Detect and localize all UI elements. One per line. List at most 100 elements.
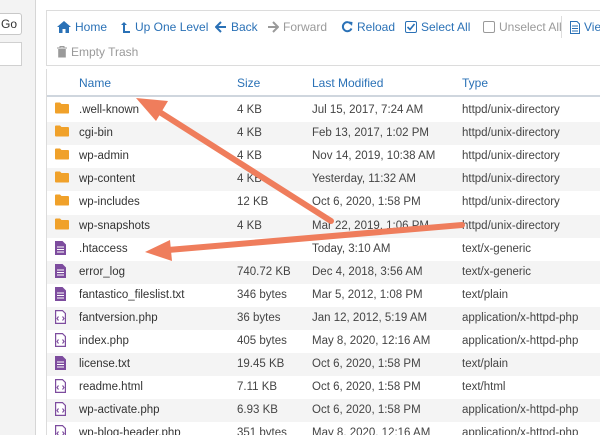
unselect-all-button[interactable]: Unselect All <box>483 17 562 37</box>
text-file-icon <box>55 356 66 373</box>
file-view-icon <box>570 20 580 34</box>
file-type: text/x-generic <box>462 242 532 255</box>
file-name[interactable]: wp-blog-header.php <box>79 427 181 435</box>
table-row[interactable]: wp-blog-header.php 351 bytes May 8, 2020, … <box>47 422 600 435</box>
file-size: 4 KB <box>237 104 262 116</box>
file-size: 346 bytes <box>237 288 287 301</box>
back-button[interactable]: Back <box>215 17 258 37</box>
file-size: 7.11 KB <box>237 381 278 394</box>
folder-icon <box>55 148 69 163</box>
file-name[interactable]: fantversion.php <box>79 312 158 324</box>
html-file-icon <box>55 379 66 396</box>
php-file-icon <box>55 402 66 419</box>
table-row[interactable]: wp-activate.php 6.93 KB Oct 6, 2020, 1:58 … <box>47 399 600 423</box>
select-all-label: Select All <box>421 20 471 34</box>
up-one-level-button[interactable]: Up One Level <box>121 17 208 37</box>
file-last-modified: Oct 6, 2020, 1:58 PM <box>312 381 421 394</box>
forward-label: Forward <box>283 20 328 34</box>
file-last-modified: May 8, 2020, 12:16 AM <box>312 335 431 347</box>
column-header-last-modified[interactable]: Last Modified <box>312 76 383 90</box>
file-type: httpd/unix-directory <box>462 150 560 163</box>
file-last-modified: Dec 4, 2018, 3:56 AM <box>312 265 423 278</box>
file-last-modified: Today, 3:10 AM <box>312 242 391 255</box>
file-type: text/plain <box>462 288 509 301</box>
table-row[interactable]: fantversion.php 36 bytes Jan 12, 2012, 5:1… <box>47 306 600 330</box>
file-name[interactable]: index.php <box>79 335 129 347</box>
file-size: 351 bytes <box>237 427 287 435</box>
table-row[interactable]: wp-admin 4 KB Nov 14, 2019, 10:38 AM httpd/… <box>47 145 600 168</box>
text-file-icon <box>55 240 66 258</box>
php-file-icon <box>55 309 66 327</box>
file-table: Name Size Last Modified Type .well-known… <box>46 69 600 435</box>
file-type: httpd/unix-directory <box>462 219 560 232</box>
table-row[interactable]: readme.html 7.11 KB Oct 6, 2020, 1:58 PM te… <box>47 376 600 399</box>
table-row[interactable]: .well-known 4 KB Jul 15, 2017, 7:24 AM http… <box>47 99 600 122</box>
empty-trash-label: Empty Trash <box>71 45 139 59</box>
back-label: Back <box>231 20 258 34</box>
file-last-modified: Oct 6, 2020, 1:58 PM <box>312 196 421 209</box>
view-label: View <box>584 20 600 34</box>
file-type: httpd/unix-directory <box>462 104 560 116</box>
table-row[interactable]: error_log 740.72 KB Dec 4, 2018, 3:56 AM te… <box>47 260 600 284</box>
file-size: 4 KB <box>237 127 262 140</box>
file-name[interactable]: readme.html <box>79 381 143 393</box>
file-name[interactable]: license.txt <box>79 358 130 370</box>
go-button[interactable]: Go <box>0 13 22 35</box>
table-row[interactable]: wp-includes 12 KB Oct 6, 2020, 1:58 PM http… <box>47 191 600 214</box>
folder-icon <box>55 102 69 117</box>
file-name[interactable]: wp-includes <box>79 196 140 208</box>
reload-button[interactable]: Reload <box>341 17 395 37</box>
file-type: application/x-httpd-php <box>462 427 579 435</box>
table-row[interactable]: .htaccess Today, 3:10 AM text/x-generic <box>47 238 600 261</box>
file-name[interactable]: fantastico_fileslist.txt <box>79 289 184 301</box>
table-row[interactable]: wp-snapshots 4 KB Mar 22, 2019, 1:06 PM htt… <box>47 214 600 238</box>
file-last-modified: Jul 15, 2017, 7:24 AM <box>312 104 424 116</box>
file-name[interactable]: cgi-bin <box>79 127 113 139</box>
table-row[interactable]: wp-content 4 KB Yesterday, 11:32 AM httpd/u… <box>47 168 600 192</box>
folder-icon <box>55 218 69 233</box>
file-name[interactable]: error_log <box>79 266 125 278</box>
folder-icon <box>55 194 69 209</box>
file-last-modified: Nov 14, 2019, 10:38 AM <box>312 150 436 163</box>
table-row[interactable]: cgi-bin 4 KB Feb 13, 2017, 1:02 PM httpd/un… <box>47 122 600 146</box>
empty-trash-button[interactable]: Empty Trash <box>57 42 138 62</box>
file-manager-toolbar: Home Up One Level Back Forward Reload Se… <box>46 10 600 66</box>
file-name[interactable]: wp-snapshots <box>79 220 150 232</box>
file-name[interactable]: .well-known <box>79 104 139 116</box>
file-type: httpd/unix-directory <box>462 127 560 140</box>
checkbox-checked-icon <box>405 21 417 33</box>
table-row[interactable]: fantastico_fileslist.txt 346 bytes Mar 5, … <box>47 284 600 307</box>
left-panel-field[interactable] <box>0 42 22 66</box>
table-header: Name Size Last Modified Type <box>47 69 600 97</box>
column-header-name[interactable]: Name <box>79 76 111 90</box>
text-file-icon <box>55 286 66 304</box>
file-type: httpd/unix-directory <box>462 196 560 209</box>
file-name[interactable]: wp-admin <box>79 150 129 162</box>
file-last-modified: Mar 5, 2012, 1:08 PM <box>312 288 423 301</box>
file-type: text/plain <box>462 358 509 371</box>
select-all-button[interactable]: Select All <box>405 17 470 37</box>
file-size: 4 KB <box>237 219 262 232</box>
file-name[interactable]: wp-content <box>79 173 135 185</box>
file-size: 6.93 KB <box>237 404 278 417</box>
file-name[interactable]: wp-activate.php <box>79 404 160 416</box>
up-one-level-label: Up One Level <box>135 20 209 34</box>
file-size: 740.72 KB <box>237 265 291 278</box>
view-button[interactable]: View <box>561 16 600 38</box>
file-size: 405 bytes <box>237 335 287 347</box>
arrow-right-icon <box>268 21 279 33</box>
column-header-type[interactable]: Type <box>462 76 488 90</box>
file-type: httpd/unix-directory <box>462 173 560 186</box>
forward-button[interactable]: Forward <box>267 17 327 37</box>
table-row[interactable]: index.php 405 bytes May 8, 2020, 12:16 AM a… <box>47 330 600 353</box>
file-size: 36 bytes <box>237 311 281 324</box>
column-header-size[interactable]: Size <box>237 76 260 90</box>
file-name[interactable]: .htaccess <box>79 243 128 255</box>
home-label: Home <box>75 20 108 34</box>
home-button[interactable]: Home <box>57 17 107 37</box>
file-last-modified: Yesterday, 11:32 AM <box>312 173 416 186</box>
folder-icon <box>55 171 69 186</box>
file-type: text/html <box>462 381 506 394</box>
left-panel: Go <box>0 0 36 435</box>
table-row[interactable]: license.txt 19.45 KB Oct 6, 2020, 1:58 PM t… <box>47 353 600 377</box>
